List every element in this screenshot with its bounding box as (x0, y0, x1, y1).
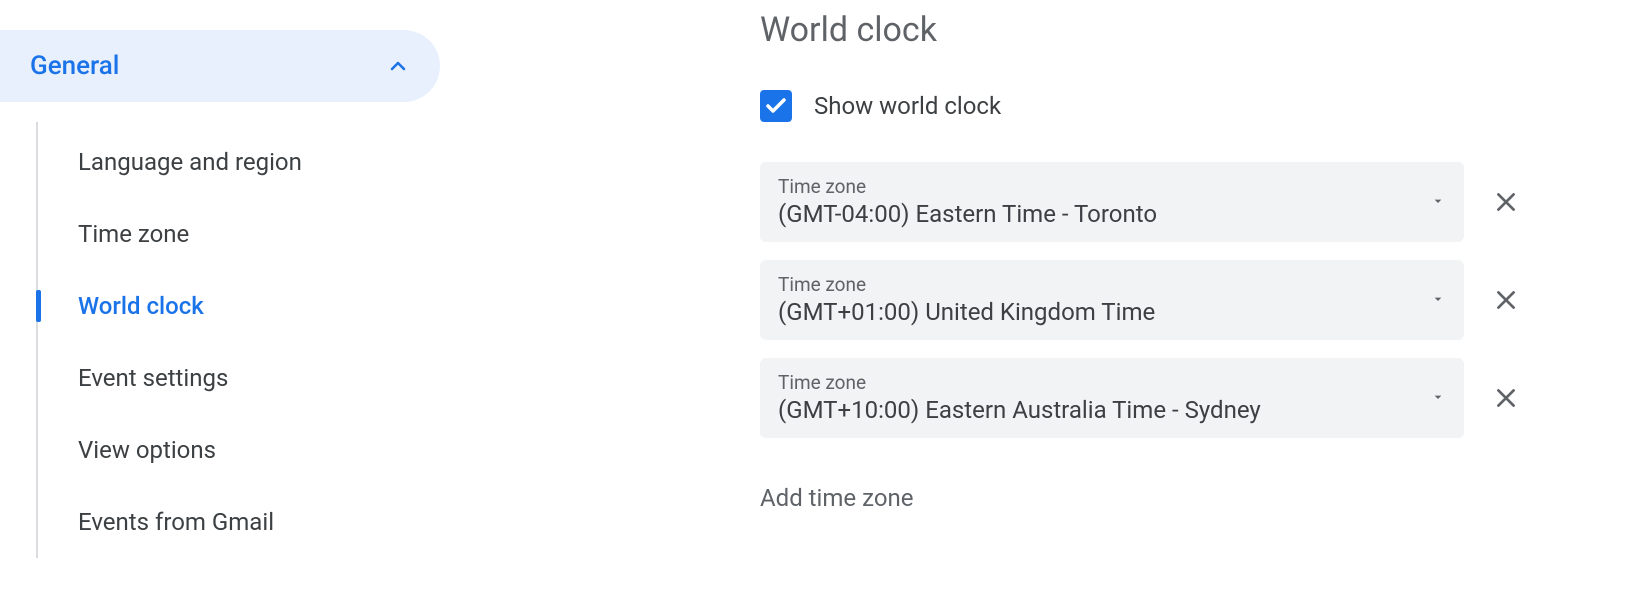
settings-main: World clock Show world clock Time zone (… (760, 10, 1520, 512)
timezone-field-label: Time zone (778, 273, 1155, 296)
close-icon (1493, 189, 1519, 215)
remove-timezone-button[interactable] (1492, 286, 1520, 314)
show-world-clock-label: Show world clock (814, 92, 1001, 120)
timezone-select[interactable]: Time zone (GMT+01:00) United Kingdom Tim… (760, 260, 1464, 340)
timezone-value: (GMT+10:00) Eastern Australia Time - Syd… (778, 396, 1261, 424)
timezone-field-label: Time zone (778, 371, 1261, 394)
caret-down-icon (1430, 291, 1446, 307)
remove-timezone-button[interactable] (1492, 188, 1520, 216)
timezone-select[interactable]: Time zone (GMT-04:00) Eastern Time - Tor… (760, 162, 1464, 242)
timezone-select[interactable]: Time zone (GMT+10:00) Eastern Australia … (760, 358, 1464, 438)
sidebar-item-label: Time zone (78, 220, 189, 248)
check-icon (764, 94, 788, 118)
show-world-clock-row: Show world clock (760, 90, 1520, 122)
sidebar-item-world-clock[interactable]: World clock (38, 270, 440, 342)
timezone-value: (GMT+01:00) United Kingdom Time (778, 298, 1155, 326)
sidebar-item-label: Language and region (78, 148, 302, 176)
close-icon (1493, 287, 1519, 313)
sidebar-list: Language and region Time zone World cloc… (36, 122, 440, 558)
sidebar-item-time-zone[interactable]: Time zone (38, 198, 440, 270)
timezone-select-text: Time zone (GMT+10:00) Eastern Australia … (778, 371, 1261, 424)
timezone-row: Time zone (GMT+01:00) United Kingdom Tim… (760, 260, 1520, 340)
sidebar-item-label: Event settings (78, 364, 228, 392)
sidebar-section-label: General (30, 51, 119, 81)
timezone-row: Time zone (GMT+10:00) Eastern Australia … (760, 358, 1520, 438)
timezone-select-text: Time zone (GMT+01:00) United Kingdom Tim… (778, 273, 1155, 326)
sidebar-item-label: World clock (78, 292, 204, 320)
sidebar-item-language-and-region[interactable]: Language and region (38, 126, 440, 198)
sidebar-item-label: Events from Gmail (78, 508, 274, 536)
timezone-select-text: Time zone (GMT-04:00) Eastern Time - Tor… (778, 175, 1157, 228)
add-time-zone-button[interactable]: Add time zone (760, 484, 913, 512)
chevron-up-icon (386, 54, 410, 78)
section-title: World clock (760, 10, 1520, 50)
sidebar-item-events-from-gmail[interactable]: Events from Gmail (38, 486, 440, 558)
close-icon (1493, 385, 1519, 411)
sidebar-item-event-settings[interactable]: Event settings (38, 342, 440, 414)
sidebar-item-view-options[interactable]: View options (38, 414, 440, 486)
sidebar-section-general[interactable]: General (0, 30, 440, 102)
sidebar-item-label: View options (78, 436, 216, 464)
timezone-row: Time zone (GMT-04:00) Eastern Time - Tor… (760, 162, 1520, 242)
show-world-clock-checkbox[interactable] (760, 90, 792, 122)
caret-down-icon (1430, 389, 1446, 405)
timezone-value: (GMT-04:00) Eastern Time - Toronto (778, 200, 1157, 228)
settings-sidebar: General Language and region Time zone Wo… (0, 30, 440, 558)
remove-timezone-button[interactable] (1492, 384, 1520, 412)
caret-down-icon (1430, 193, 1446, 209)
timezone-field-label: Time zone (778, 175, 1157, 198)
